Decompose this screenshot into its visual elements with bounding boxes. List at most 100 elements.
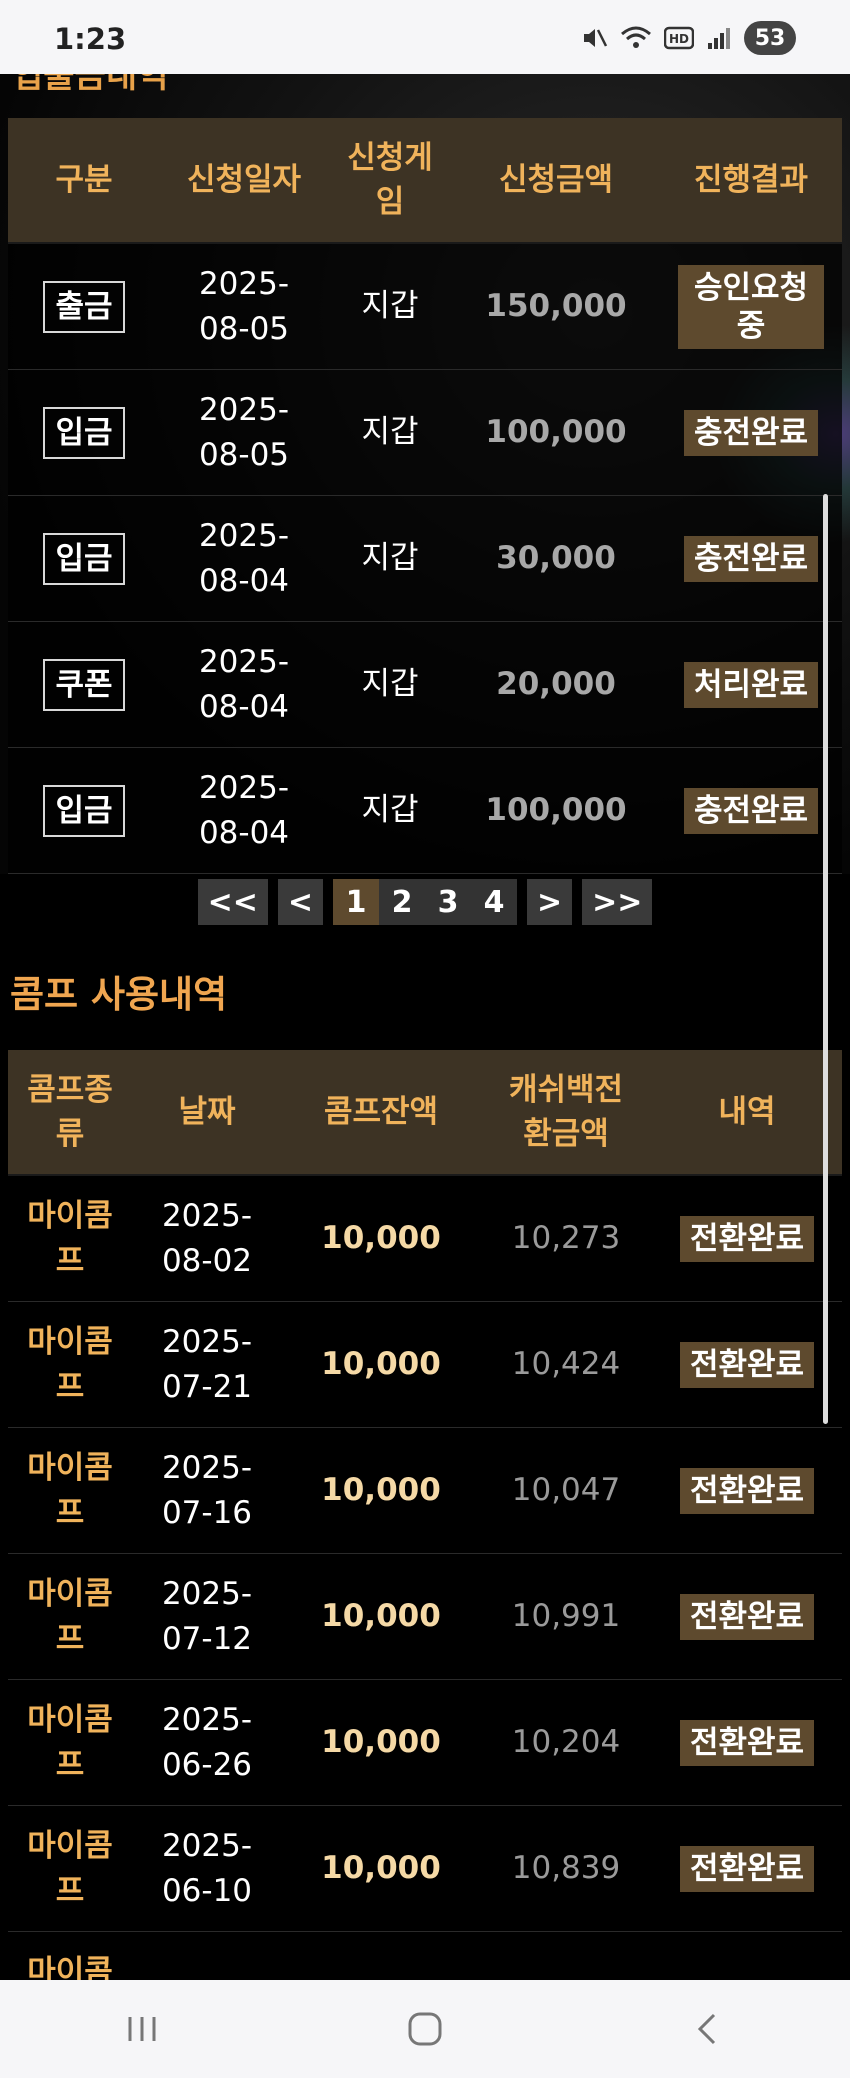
status-icons: HD 53: [580, 18, 796, 58]
comp-table: 콤프종류 날짜 콤프잔액 캐쉬백전환금액 내역 마이콤프 2025-08-02 …: [8, 1050, 842, 1980]
table-row: 마이콤프 2025-06-26 10,000 10,204 전환완료: [8, 1680, 842, 1806]
row-kind: 마이콤프: [27, 1827, 113, 1909]
row-amount: 20,000: [496, 666, 616, 702]
status-badge: 충전완료: [683, 787, 819, 834]
next-page-button[interactable]: >: [527, 879, 573, 925]
row-kind: 마이콤프: [27, 1575, 113, 1657]
row-amount: 100,000: [485, 414, 627, 450]
page-2-button[interactable]: 2: [379, 879, 425, 925]
row-kind: 마이콤프: [27, 1323, 113, 1405]
history-badge: 전환완료: [679, 1215, 815, 1262]
recents-icon[interactable]: [122, 2009, 162, 2049]
table-row: 입금 2025-08-04 지갑 30,000 충전완료: [8, 496, 842, 622]
row-date: 2025-08-04: [198, 643, 290, 725]
row-kind: 마이콤프: [27, 1197, 113, 1279]
row-date: 2025-: [132, 1972, 282, 1980]
row-cashback: 10,991: [511, 1598, 621, 1634]
page-4-button[interactable]: 4: [471, 879, 517, 925]
back-icon[interactable]: [688, 2009, 728, 2049]
header-game: 신청게임: [347, 140, 433, 220]
row-balance: 10,000: [321, 1850, 441, 1886]
history-badge: 전환완료: [679, 1341, 815, 1388]
row-game: 지갑: [361, 666, 419, 702]
row-date: 2025-08-02: [161, 1197, 253, 1279]
type-badge: 입금: [43, 406, 125, 459]
status-bar: 1:23 HD 53: [0, 0, 850, 74]
row-date: 2025-07-12: [161, 1575, 253, 1657]
header-history: 내역: [718, 1094, 776, 1130]
type-badge: 쿠폰: [43, 658, 125, 711]
row-date: 2025-06-10: [161, 1827, 253, 1909]
hd-icon: HD: [664, 26, 694, 50]
row-game: 지갑: [361, 288, 419, 324]
history-badge: 전환완료: [679, 1845, 815, 1892]
row-date: 2025-08-05: [198, 391, 290, 473]
content-area: 입출금내역 구분 신청일자 신청게임 신청금액 진행결과 출금 2025-08-…: [0, 74, 850, 1980]
row-balance: 10,000: [321, 1220, 441, 1256]
page-numbers: 1 2 3 4: [333, 879, 517, 925]
row-balance: 10,000: [321, 1472, 441, 1508]
status-time: 1:23: [54, 22, 127, 56]
row-kind: 마이콤프: [27, 1701, 113, 1783]
home-icon[interactable]: [405, 2009, 445, 2049]
svg-text:HD: HD: [669, 32, 689, 46]
header-comp-kind: 콤프종류: [27, 1072, 113, 1152]
header-date: 날짜: [178, 1094, 236, 1130]
type-badge: 입금: [43, 784, 125, 837]
header-balance: 콤프잔액: [323, 1094, 439, 1130]
deposit-section-title: 입출금내역: [12, 74, 169, 96]
scrollbar[interactable]: [823, 494, 828, 1424]
header-cashback: 캐쉬백전환금액: [508, 1072, 624, 1152]
row-balance: 10,000: [321, 1598, 441, 1634]
row-cashback: 10,839: [511, 1850, 621, 1886]
status-badge: 충전완료: [683, 409, 819, 456]
mute-icon: [580, 24, 608, 52]
header-result: 진행결과: [693, 162, 809, 198]
row-game: 지갑: [361, 540, 419, 576]
prev-page-button[interactable]: <: [277, 879, 323, 925]
table-row: 마이콤프 2025-07-12 10,000 10,991 전환완료: [8, 1554, 842, 1680]
row-cashback: 10,273: [511, 1220, 621, 1256]
row-date: 2025-07-21: [161, 1323, 253, 1405]
page-1-button[interactable]: 1: [333, 879, 379, 925]
table-row: 마이콤프 2025-06-10 10,000 10,839 전환완료: [8, 1806, 842, 1932]
table-row: 입금 2025-08-04 지갑 100,000 충전완료: [8, 748, 842, 874]
row-game: 지갑: [361, 414, 419, 450]
pagination: << < 1 2 3 4 > >>: [0, 878, 850, 926]
row-cashback: 10,204: [511, 1724, 621, 1760]
last-page-button[interactable]: >>: [582, 879, 653, 925]
row-date: 2025-08-05: [198, 265, 290, 347]
type-badge: 출금: [43, 280, 125, 333]
row-cashback: 10,047: [511, 1472, 621, 1508]
wifi-icon: [620, 24, 652, 52]
header-date: 신청일자: [186, 162, 302, 198]
row-kind: 마이콤프: [27, 1953, 113, 1981]
row-kind: 마이콤프: [27, 1449, 113, 1531]
header-type: 구분: [55, 162, 113, 198]
table-row: 마이콤프 2025-08-02 10,000 10,273 전환완료: [8, 1176, 842, 1302]
type-badge: 입금: [43, 532, 125, 585]
row-amount: 30,000: [496, 540, 616, 576]
row-date: 2025-08-04: [198, 769, 290, 851]
history-badge: 전환완료: [679, 1719, 815, 1766]
table-row: 쿠폰 2025-08-04 지갑 20,000 처리완료: [8, 622, 842, 748]
first-page-button[interactable]: <<: [197, 879, 268, 925]
table-row: 입금 2025-08-05 지갑 100,000 충전완료: [8, 370, 842, 496]
history-badge: 전환완료: [679, 1467, 815, 1514]
header-amount: 신청금액: [498, 162, 614, 198]
table-row: 출금 2025-08-05 지갑 150,000 승인요청중: [8, 244, 842, 370]
row-date: 2025-06-26: [161, 1701, 253, 1783]
table-header: 콤프종류 날짜 콤프잔액 캐쉬백전환금액 내역: [8, 1050, 842, 1176]
status-badge: 승인요청중: [678, 264, 824, 349]
deposit-table: 구분 신청일자 신청게임 신청금액 진행결과 출금 2025-08-05 지갑 …: [8, 118, 842, 874]
row-balance: 10,000: [321, 1724, 441, 1760]
status-badge: 충전완료: [683, 535, 819, 582]
page-3-button[interactable]: 3: [425, 879, 471, 925]
table-row-partial: 마이콤프 2025-: [8, 1932, 842, 1980]
signal-icon: [706, 25, 732, 51]
row-balance: 10,000: [321, 1346, 441, 1382]
row-game: 지갑: [361, 792, 419, 828]
row-cashback: 10,424: [511, 1346, 621, 1382]
row-date: 2025-07-16: [161, 1449, 253, 1531]
table-header: 구분 신청일자 신청게임 신청금액 진행결과: [8, 118, 842, 244]
